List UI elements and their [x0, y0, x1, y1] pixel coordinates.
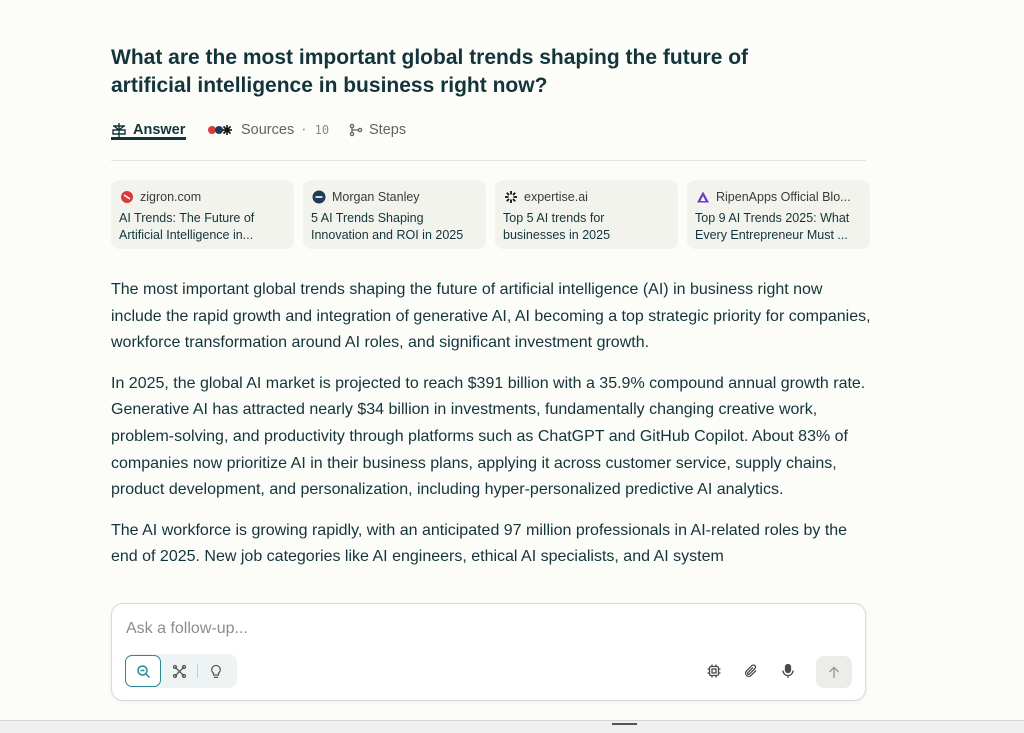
research-icon [172, 664, 187, 679]
active-tab-indicator [111, 137, 186, 140]
tab-answer[interactable]: Answer [111, 122, 186, 140]
steps-icon [349, 123, 363, 137]
window-bottom-scrollbar[interactable] [0, 720, 1024, 733]
source-title: Top 9 AI Trends 2025: What Every Entrepr… [695, 211, 850, 242]
source-card[interactable]: zigron.com AI Trends: The Future of Arti… [111, 180, 294, 249]
labs-icon [209, 664, 223, 679]
attach-button[interactable] [741, 661, 761, 681]
perplexity-icon [111, 122, 127, 138]
sources-count-value: 10 [314, 123, 330, 137]
ripenapps-favicon [695, 189, 710, 204]
arrow-up-icon [828, 666, 840, 679]
source-title: 5 AI Trends Shaping Innovation and ROI i… [311, 211, 464, 242]
source-domain: expertise.ai [524, 189, 588, 204]
source-favicons-icon [207, 123, 235, 137]
model-chip-button[interactable] [704, 661, 724, 681]
morgan-stanley-favicon [311, 189, 326, 204]
tab-sources-label: Sources [241, 122, 295, 138]
voice-input-button[interactable] [778, 661, 798, 681]
answer-paragraph: In 2025, the global AI market is project… [111, 374, 866, 499]
zigron-favicon [119, 189, 134, 204]
source-domain: Morgan Stanley [332, 189, 420, 204]
source-card[interactable]: expertise.ai Top 5 AI trends for busines… [495, 180, 678, 249]
tab-sources[interactable]: Sources · 10 [207, 122, 329, 138]
answer-paragraph: The most important global trends shaping… [111, 281, 871, 352]
scroll-indicator [612, 723, 637, 725]
model-chip-icon [706, 663, 722, 679]
tab-steps-label: Steps [369, 122, 407, 138]
source-card[interactable]: RipenApps Official Blo... Top 9 AI Trend… [687, 180, 870, 249]
submit-button[interactable] [816, 656, 852, 688]
search-icon [136, 664, 151, 679]
source-title: Top 5 AI trends for businesses in 2025 [503, 211, 611, 242]
answer-body: The most important global trends shaping… [111, 277, 871, 585]
tab-steps[interactable]: Steps [349, 122, 406, 138]
thread-question: What are the most important global trend… [111, 46, 749, 97]
mode-selector [125, 654, 237, 688]
attach-icon [743, 663, 759, 679]
research-mode-button[interactable] [161, 655, 197, 687]
search-mode-button[interactable] [125, 655, 161, 687]
source-title: AI Trends: The Future of Artificial Inte… [119, 211, 255, 242]
sources-count: · 10 [300, 123, 330, 137]
source-card[interactable]: Morgan Stanley 5 AI Trends Shaping Innov… [303, 180, 486, 249]
source-domain: RipenApps Official Blo... [716, 189, 851, 204]
tab-answer-label: Answer [133, 122, 186, 138]
follow-up-composer [111, 603, 866, 701]
source-domain: zigron.com [140, 189, 202, 204]
source-cards: zigron.com AI Trends: The Future of Arti… [111, 180, 870, 249]
microphone-icon [781, 663, 795, 679]
answer-tabs: Answer Sources · 10 Steps [111, 118, 866, 161]
answer-paragraph: The AI workforce is growing rapidly, wit… [111, 521, 848, 566]
expertise-favicon [503, 189, 518, 204]
labs-mode-button[interactable] [198, 655, 234, 687]
follow-up-input[interactable] [124, 616, 828, 642]
